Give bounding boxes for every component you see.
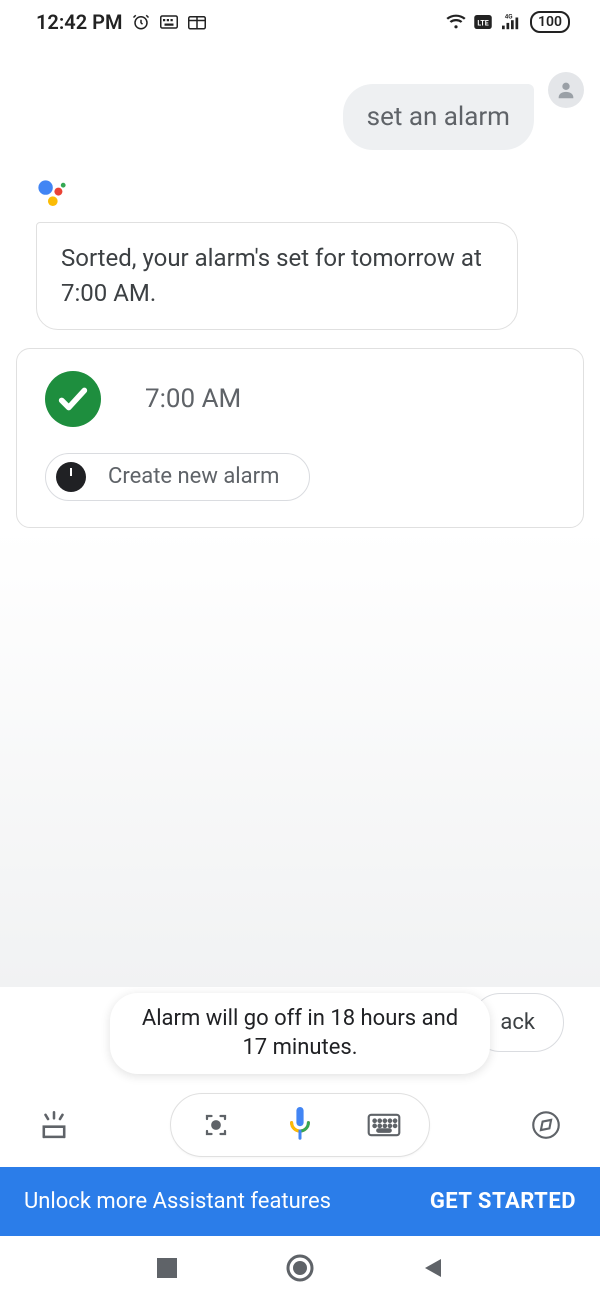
alarm-toast: Alarm will go off in 18 hours and 17 min… — [110, 993, 490, 1074]
assistant-logo-icon — [36, 178, 584, 214]
volte-icon: LTE — [474, 15, 492, 29]
create-alarm-label: Create new alarm — [108, 464, 279, 489]
back-button[interactable] — [413, 1248, 453, 1288]
background-fill — [0, 528, 600, 987]
lens-icon[interactable] — [199, 1108, 233, 1142]
suggestion-layer: ack Alarm will go off in 18 hours and 17… — [0, 987, 600, 1077]
recents-button[interactable] — [147, 1248, 187, 1288]
alarm-card: 7:00 AM Create new alarm — [16, 348, 584, 528]
home-button[interactable] — [280, 1248, 320, 1288]
user-message-bubble[interactable]: set an alarm — [343, 84, 534, 150]
signal-icon: 4G — [500, 13, 522, 31]
alarm-time: 7:00 AM — [145, 384, 241, 414]
status-left: 12:42 PM — [36, 10, 206, 34]
user-avatar[interactable] — [548, 72, 584, 108]
alarm-icon — [132, 13, 150, 31]
mic-icon[interactable] — [283, 1108, 317, 1142]
conversation-area: set an alarm Sorted, your alarm's set fo… — [0, 44, 600, 528]
check-icon — [45, 371, 101, 427]
explore-icon[interactable] — [526, 1105, 566, 1145]
promo-banner: Unlock more Assistant features GET START… — [0, 1167, 600, 1236]
svg-text:4G: 4G — [505, 13, 513, 20]
status-bar: 12:42 PM LTE 4G 100 — [0, 0, 600, 44]
updates-icon[interactable] — [34, 1105, 74, 1145]
assistant-input-row — [0, 1077, 600, 1167]
create-alarm-button[interactable]: Create new alarm — [45, 453, 310, 501]
get-started-button[interactable]: GET STARTED — [430, 1189, 576, 1214]
status-time: 12:42 PM — [36, 10, 122, 34]
alarm-row: 7:00 AM — [45, 371, 555, 427]
svg-text:LTE: LTE — [477, 20, 488, 28]
banner-text: Unlock more Assistant features — [24, 1189, 331, 1214]
calendar-status-icon — [188, 14, 206, 30]
clock-icon — [56, 462, 86, 492]
assistant-reply-bubble[interactable]: Sorted, your alarm's set for tomorrow at… — [36, 222, 518, 330]
status-right: LTE 4G 100 — [446, 11, 570, 33]
keyboard-status-icon — [160, 15, 178, 29]
keyboard-icon[interactable] — [367, 1108, 401, 1142]
battery-indicator: 100 — [530, 11, 570, 33]
wifi-icon — [446, 14, 466, 30]
system-nav-bar — [0, 1236, 600, 1300]
assistant-input-pill — [170, 1093, 430, 1157]
user-message-row: set an alarm — [16, 84, 584, 150]
